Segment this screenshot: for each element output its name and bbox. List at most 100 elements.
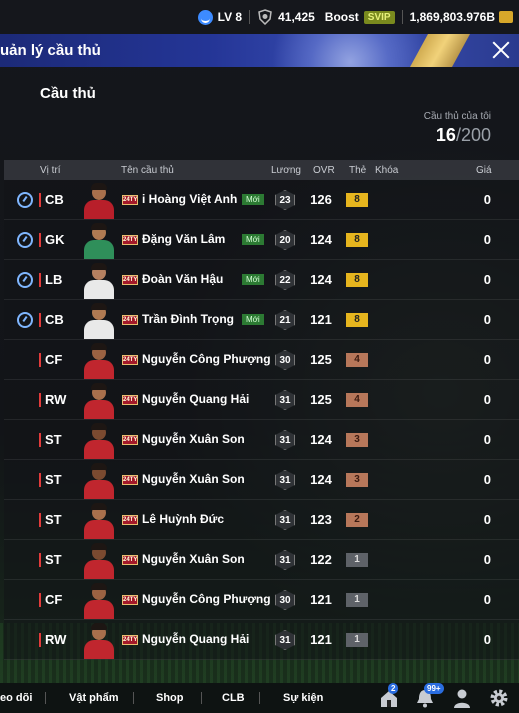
avatar-hair <box>91 383 107 390</box>
player-price: 0 <box>483 232 491 247</box>
player-price: 0 <box>483 472 491 487</box>
salary-badge: 31 <box>275 470 295 490</box>
upgrade-grade: 1 <box>346 553 368 567</box>
upgrade-grade: 2 <box>346 513 368 527</box>
avatar-hair <box>91 223 107 230</box>
season-icon: 24TY <box>122 595 138 605</box>
salary-badge: 30 <box>275 590 295 610</box>
avatar-jersey <box>84 320 114 339</box>
timer-icon <box>17 272 33 288</box>
header-lock[interactable]: Khóa <box>375 165 398 176</box>
season-icon: 24TY <box>122 235 138 245</box>
player-name: Nguyễn Xuân Son <box>142 432 245 446</box>
upgrade-grade: 8 <box>346 273 368 287</box>
season-icon: 24TY <box>122 635 138 645</box>
salary-badge: 23 <box>275 190 295 210</box>
header-ovr[interactable]: OVR <box>313 165 335 176</box>
position-marker <box>39 393 41 407</box>
player-name: Trần Đình Trọng <box>142 312 234 326</box>
nav-events[interactable]: Sự kiện <box>283 692 323 704</box>
table-row[interactable]: RW 24TY Nguyễn Quang Hải 31 125 4 0 <box>4 380 519 420</box>
upgrade-grade: 1 <box>346 633 368 647</box>
position-marker <box>39 193 41 207</box>
nav-club[interactable]: CLB <box>222 692 245 704</box>
upgrade-grade: 8 <box>346 233 368 247</box>
player-name: Đặng Văn Lâm <box>142 232 226 246</box>
player-name: Nguyễn Công Phượng <box>142 592 271 606</box>
player-count: 16/200 <box>436 125 491 146</box>
avatar-jersey <box>84 640 114 659</box>
status-bar: LV 8 41,425 Boost SVIP 1,869,803.976B <box>0 0 519 34</box>
player-price: 0 <box>483 432 491 447</box>
profile-icon[interactable] <box>451 687 473 709</box>
player-position: ST <box>45 512 62 527</box>
upgrade-grade: 3 <box>346 433 368 447</box>
header-salary[interactable]: Lương <box>271 165 301 176</box>
salary-badge: 31 <box>275 550 295 570</box>
upgrade-grade: 4 <box>346 393 368 407</box>
player-avatar <box>82 302 116 339</box>
close-button[interactable] <box>489 38 513 62</box>
table-row[interactable]: ST 24TY Nguyễn Xuân Son 31 122 1 0 <box>4 540 519 580</box>
header-position[interactable]: Vị trí <box>40 165 61 176</box>
table-row[interactable]: LB 24TY Đoàn Văn Hậu Mới 22 124 8 0 <box>4 260 519 300</box>
avatar-jersey <box>84 400 114 419</box>
player-price: 0 <box>483 632 491 647</box>
divider <box>133 692 134 704</box>
player-position: CB <box>45 312 64 327</box>
new-badge: Mới <box>242 234 264 245</box>
new-badge: Mới <box>242 194 264 205</box>
header-grade[interactable]: Thẻ <box>349 165 366 176</box>
nav-shop[interactable]: Shop <box>156 692 184 704</box>
player-name: Nguyễn Công Phượng <box>142 352 271 366</box>
player-table: Vị trí Tên cầu thủ Lương OVR Thẻ Khóa Gi… <box>4 160 519 660</box>
table-row[interactable]: CB 24TY i Hoàng Việt Anh Mới 23 126 8 0 <box>4 180 519 220</box>
boost-label: Boost <box>324 10 359 24</box>
position-marker <box>39 593 41 607</box>
player-ovr: 124 <box>310 432 332 447</box>
player-price: 0 <box>483 392 491 407</box>
svip-badge[interactable]: SVIP <box>363 10 395 24</box>
player-position: ST <box>45 432 62 447</box>
nav-items[interactable]: Vật phẩm <box>69 692 119 704</box>
player-avatar <box>82 582 116 619</box>
player-position: CF <box>45 352 63 367</box>
salary-badge: 31 <box>275 510 295 530</box>
player-avatar <box>82 222 116 259</box>
notification-badge: 99+ <box>424 683 444 694</box>
table-header: Vị trí Tên cầu thủ Lương OVR Thẻ Khóa Gi… <box>4 160 519 180</box>
avatar-jersey <box>84 200 114 219</box>
coins-text: 1,869,803.976B <box>409 10 495 24</box>
player-avatar <box>82 262 116 299</box>
avatar-hair <box>91 543 107 550</box>
avatar-hair <box>91 503 107 510</box>
avatar-hair <box>91 263 107 270</box>
player-ovr: 124 <box>310 272 332 287</box>
nav-follow[interactable]: eo dõi <box>0 692 32 704</box>
table-row[interactable]: CF 24TY Nguyễn Công Phượng 30 125 4 0 <box>4 340 519 380</box>
gear-icon[interactable] <box>488 687 510 709</box>
upgrade-grade: 4 <box>346 353 368 367</box>
table-row[interactable]: CB 24TY Trần Đình Trọng Mới 21 121 8 0 <box>4 300 519 340</box>
position-marker <box>39 313 41 327</box>
level-text: LV 8 <box>217 10 243 24</box>
player-ovr: 121 <box>310 632 332 647</box>
table-row[interactable]: CF 24TY Nguyễn Công Phượng 30 121 1 0 <box>4 580 519 620</box>
player-ovr: 124 <box>310 232 332 247</box>
table-row[interactable]: ST 24TY Nguyễn Xuân Son 31 124 3 0 <box>4 420 519 460</box>
table-row[interactable]: RW 24TY Nguyễn Quang Hải 31 121 1 0 <box>4 620 519 660</box>
points-text: 41,425 <box>278 10 315 24</box>
upgrade-grade: 3 <box>346 473 368 487</box>
position-marker <box>39 553 41 567</box>
divider <box>249 10 251 24</box>
header-price[interactable]: Giá <box>476 165 492 176</box>
player-price: 0 <box>483 552 491 567</box>
player-position: CF <box>45 592 63 607</box>
avatar-jersey <box>84 240 114 259</box>
table-row[interactable]: ST 24TY Lê Huỳnh Đức 31 123 2 0 <box>4 500 519 540</box>
header-name[interactable]: Tên cầu thủ <box>121 165 174 176</box>
table-row[interactable]: GK 24TY Đặng Văn Lâm Mới 20 124 8 0 <box>4 220 519 260</box>
position-marker <box>39 233 41 247</box>
avatar-hair <box>91 343 107 350</box>
table-row[interactable]: ST 24TY Nguyễn Xuân Son 31 124 3 0 <box>4 460 519 500</box>
